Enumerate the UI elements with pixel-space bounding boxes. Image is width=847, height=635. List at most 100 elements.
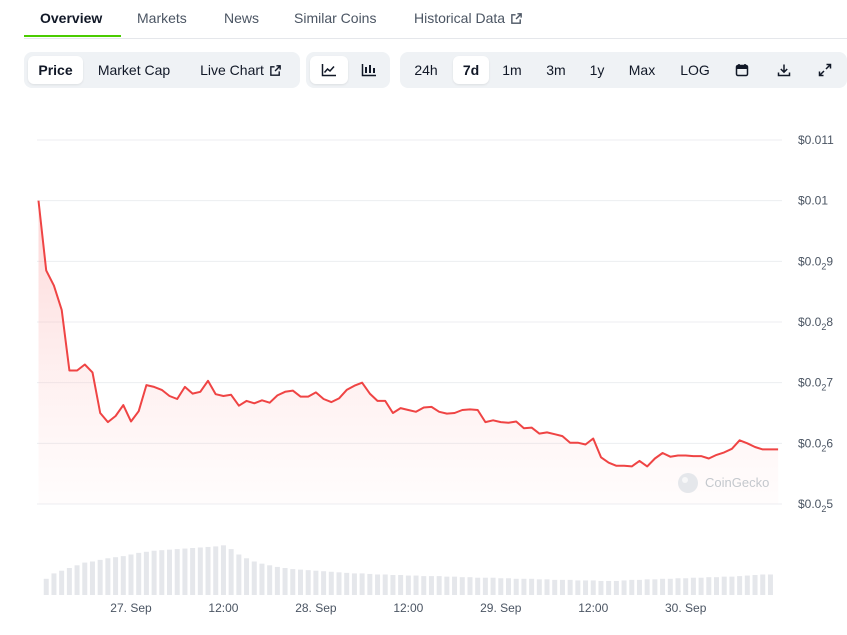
price-point (538, 432, 540, 434)
external-link-icon (511, 13, 522, 24)
price-point (638, 460, 640, 462)
volume-bar (136, 552, 142, 595)
volume-bar (667, 578, 673, 595)
volume-bar (51, 573, 57, 595)
volume-bar (529, 578, 535, 595)
tab-news[interactable]: News (224, 10, 259, 26)
volume-bar (444, 576, 450, 595)
y-tick-label: $0.025 (798, 497, 833, 514)
price-point (137, 410, 139, 412)
volume-bar (459, 577, 465, 595)
volume-bar (482, 577, 488, 595)
price-point (507, 422, 509, 424)
price-point (430, 406, 432, 408)
price-point (145, 384, 147, 386)
coingecko-watermark-text: CoinGecko (705, 475, 769, 490)
volume-bar (174, 549, 180, 595)
price-point (607, 462, 609, 464)
price-point (299, 395, 301, 397)
y-tick-label: $0.028 (798, 315, 833, 332)
price-point (492, 419, 494, 421)
price-point (384, 400, 386, 402)
volume-bar (305, 570, 311, 595)
volume-bar (367, 573, 373, 595)
price-point (207, 380, 209, 382)
volume-bar (66, 568, 72, 595)
price-point (168, 395, 170, 397)
candlestick-chart-button[interactable] (350, 56, 388, 84)
volume-bar (251, 561, 257, 595)
price-point (315, 391, 317, 393)
tab-similar-coins[interactable]: Similar Coins (294, 10, 376, 26)
volume-bar (220, 545, 226, 595)
price-point (569, 442, 571, 444)
price-point (191, 392, 193, 394)
price-point (561, 435, 563, 437)
volume-bar (598, 580, 604, 595)
price-point (577, 442, 579, 444)
price-point (515, 420, 517, 422)
volume-bar (536, 579, 542, 595)
volume-bar (213, 546, 219, 595)
volume-bar (436, 576, 442, 595)
x-tick-label: 29. Sep (480, 601, 522, 615)
volume-bar (475, 577, 481, 595)
volume-bar (267, 565, 273, 595)
price-point (307, 395, 309, 397)
price-area-fill (38, 200, 779, 504)
volume-bar (714, 577, 720, 595)
price-point (415, 411, 417, 413)
range-7d-button[interactable]: 7d (453, 56, 489, 84)
price-point (677, 454, 679, 456)
range-3m-button[interactable]: 3m (538, 56, 574, 84)
tab-historical-data[interactable]: Historical Data (414, 10, 523, 26)
volume-bar (228, 549, 234, 595)
price-point (423, 406, 425, 408)
x-tick-label: 28. Sep (295, 601, 337, 615)
price-chart[interactable]: $0.011 $0.01 $0.029 $0.028 $0.027 $0.026 $0.02… (0, 100, 847, 630)
calendar-button[interactable] (726, 56, 758, 84)
price-point (114, 415, 116, 417)
volume-bar (236, 554, 242, 595)
download-icon (777, 64, 791, 77)
coingecko-logo-eye (682, 477, 688, 483)
price-button[interactable]: Price (28, 56, 83, 84)
price-point (230, 394, 232, 396)
price-point (769, 448, 771, 450)
range-1y-button[interactable]: 1y (582, 56, 612, 84)
coingecko-logo-icon (678, 473, 698, 493)
live-chart-button[interactable]: Live Chart (190, 56, 292, 84)
range-max-button[interactable]: Max (621, 56, 663, 84)
market-cap-button[interactable]: Market Cap (88, 56, 180, 84)
volume-bar (405, 575, 411, 595)
live-chart-label: Live Chart (200, 62, 264, 78)
log-scale-button[interactable]: LOG (672, 56, 718, 84)
price-point (661, 452, 663, 454)
volume-bar (737, 576, 743, 595)
price-point (184, 386, 186, 388)
range-24h-button[interactable]: 24h (406, 56, 446, 84)
download-button[interactable] (768, 56, 800, 84)
price-point (222, 395, 224, 397)
range-1m-button[interactable]: 1m (495, 56, 529, 84)
volume-bar (629, 579, 635, 595)
price-point (176, 398, 178, 400)
fullscreen-button[interactable] (809, 56, 841, 84)
price-point (261, 399, 263, 401)
volume-bar (143, 551, 149, 595)
line-chart-button[interactable] (310, 56, 348, 84)
price-point (584, 443, 586, 445)
tab-overview[interactable]: Overview (40, 10, 102, 26)
volume-bar (744, 575, 750, 595)
price-point (99, 412, 101, 414)
price-point (631, 465, 633, 467)
volume-bar (567, 579, 573, 595)
volume-bar (167, 549, 173, 595)
volume-bar (513, 578, 519, 595)
price-point (238, 405, 240, 407)
volume-bar (282, 568, 288, 595)
y-tick-label: $0.029 (798, 254, 833, 271)
tab-markets[interactable]: Markets (137, 10, 187, 26)
price-point (777, 448, 779, 450)
volume-bar (544, 579, 550, 595)
